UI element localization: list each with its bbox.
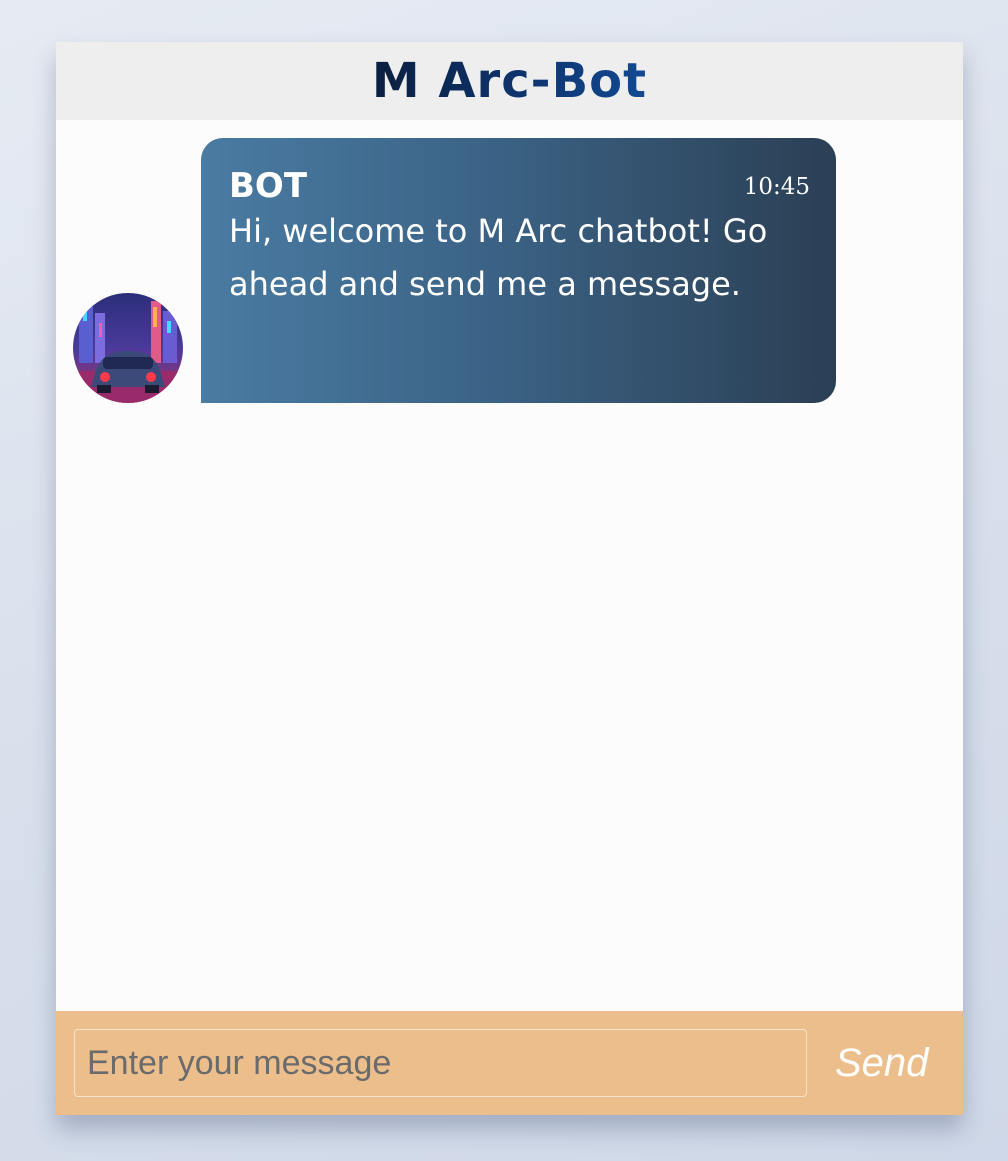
message-text: Hi, welcome to M Arc chatbot! Go ahead a… [229,212,768,304]
chat-window: M Arc-Bot BOT 10:45 Hi, welcome to M Arc… [56,42,963,1115]
bot-avatar [73,293,183,403]
message-sender: BOT [229,166,308,206]
message-time: 10:45 [743,174,810,200]
bot-message-bubble: BOT 10:45 Hi, welcome to M Arc chatbot! … [201,138,836,403]
message-composer: Send [56,1011,963,1115]
message-list[interactable]: BOT 10:45 Hi, welcome to M Arc chatbot! … [56,120,963,1011]
chat-title: M Arc-Bot [371,53,648,109]
message-header: BOT 10:45 [229,166,810,206]
neon-city-car-avatar-icon [73,293,183,403]
send-button[interactable]: Send [835,1041,928,1086]
message-row: BOT 10:45 Hi, welcome to M Arc chatbot! … [73,138,836,403]
chat-header: M Arc-Bot [56,42,963,120]
message-input[interactable] [74,1029,807,1097]
